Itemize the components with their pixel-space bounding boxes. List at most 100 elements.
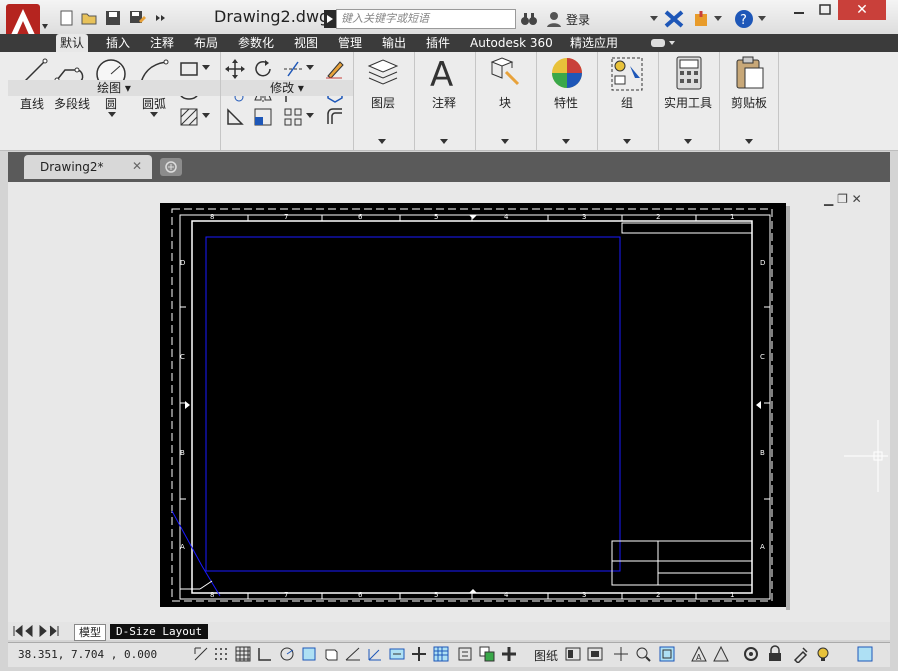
text-annotation-icon[interactable]: A bbox=[428, 56, 460, 90]
login-link[interactable]: 登录 bbox=[566, 11, 590, 28]
lineweight-icon[interactable] bbox=[410, 645, 428, 663]
viewport-close-icon[interactable]: ✕ bbox=[852, 192, 862, 206]
layers-panel-expand-icon[interactable] bbox=[378, 139, 386, 145]
object-snap-icon[interactable] bbox=[300, 645, 318, 663]
file-tab-close-icon[interactable]: ✕ bbox=[132, 159, 142, 173]
block-panel-label[interactable]: 块 bbox=[475, 94, 535, 111]
group-icon[interactable] bbox=[610, 56, 644, 92]
trim-tool-icon[interactable] bbox=[282, 58, 304, 80]
window-close-button[interactable]: ✕ bbox=[838, 0, 886, 20]
maximize-viewport-icon[interactable] bbox=[658, 645, 676, 663]
tab-featured-apps[interactable]: 精选应用 bbox=[566, 34, 622, 52]
comm-dropdown-icon[interactable] bbox=[714, 14, 722, 22]
move-tool-icon[interactable] bbox=[224, 58, 246, 80]
rectangle-dropdown-icon[interactable] bbox=[202, 65, 210, 71]
user-icon[interactable] bbox=[546, 10, 562, 28]
ortho-mode-icon[interactable] bbox=[256, 645, 274, 663]
clipboard-panel-label[interactable]: 剪贴板 bbox=[719, 94, 779, 111]
block-insert-icon[interactable] bbox=[488, 56, 522, 90]
quick-access-more-icon[interactable] bbox=[152, 9, 170, 27]
window-minimize-button[interactable] bbox=[786, 0, 812, 20]
tab-model-space[interactable]: 模型 bbox=[74, 624, 106, 641]
group-panel-expand-icon[interactable] bbox=[623, 139, 631, 145]
quick-properties-icon[interactable] bbox=[456, 645, 474, 663]
tab-plugins[interactable]: 插件 bbox=[422, 34, 454, 52]
save-icon[interactable] bbox=[104, 9, 122, 27]
polar-tracking-icon[interactable] bbox=[278, 645, 296, 663]
new-file-icon[interactable] bbox=[58, 9, 76, 27]
draw-panel-title[interactable]: 绘图 ▾ bbox=[8, 80, 220, 96]
pan-icon[interactable] bbox=[612, 645, 630, 663]
dynamic-ucs-icon[interactable] bbox=[366, 645, 384, 663]
annotation-scale-icon[interactable]: A bbox=[690, 645, 708, 663]
help-icon[interactable]: ? bbox=[734, 9, 754, 29]
ribbon-minimize-icon[interactable] bbox=[650, 38, 676, 48]
open-file-icon[interactable] bbox=[80, 9, 98, 27]
help-dropdown-icon[interactable] bbox=[758, 14, 766, 22]
tab-default[interactable]: 默认 bbox=[56, 34, 89, 52]
paper-space-toggle[interactable]: 图纸 bbox=[534, 647, 558, 664]
exchange-x-icon[interactable] bbox=[664, 10, 684, 28]
toolbar-lock-icon[interactable] bbox=[766, 645, 784, 663]
clipboard-panel-expand-icon[interactable] bbox=[745, 139, 753, 145]
tab-output[interactable]: 输出 bbox=[378, 34, 410, 52]
snap-mode-icon[interactable] bbox=[212, 645, 230, 663]
rotate-tool-icon[interactable] bbox=[252, 58, 274, 80]
clipboard-icon[interactable] bbox=[735, 56, 765, 90]
annotation-visibility-icon[interactable] bbox=[712, 645, 730, 663]
layers-panel-label[interactable]: 图层 bbox=[353, 94, 413, 111]
coordinate-readout[interactable]: 38.351, 7.704 , 0.000 bbox=[18, 648, 157, 661]
properties-panel-expand-icon[interactable] bbox=[562, 139, 570, 145]
calculator-icon[interactable] bbox=[676, 56, 702, 90]
search-expand-button[interactable] bbox=[324, 10, 336, 28]
tab-insert[interactable]: 插入 bbox=[102, 34, 134, 52]
arc-dropdown-icon[interactable] bbox=[150, 112, 158, 118]
clean-screen-icon[interactable] bbox=[856, 645, 874, 663]
tab-manage[interactable]: 管理 bbox=[334, 34, 366, 52]
layout-nav-arrows-icon[interactable] bbox=[12, 625, 68, 637]
save-as-icon[interactable] bbox=[128, 9, 146, 27]
gradient-tool-icon[interactable] bbox=[178, 106, 200, 128]
viewport-minimize-icon[interactable]: ▁ bbox=[824, 192, 833, 206]
viewport-controls[interactable]: ▁ ❐ ✕ bbox=[824, 192, 862, 206]
dynamic-input-icon[interactable] bbox=[388, 645, 406, 663]
workspace-switching-icon[interactable] bbox=[742, 645, 760, 663]
modify-panel-title[interactable]: 修改 ▾ bbox=[221, 80, 353, 96]
utilities-panel-expand-icon[interactable] bbox=[684, 139, 692, 145]
communication-center-icon[interactable] bbox=[692, 10, 712, 28]
annotation-panel-expand-icon[interactable] bbox=[440, 139, 448, 145]
selection-cycling-icon[interactable] bbox=[478, 645, 496, 663]
window-maximize-button[interactable] bbox=[812, 0, 838, 20]
trim-dropdown-icon[interactable] bbox=[306, 65, 314, 71]
layers-icon[interactable] bbox=[366, 56, 400, 90]
layout-sheet[interactable]: 8 7 6 5 4 3 2 1 8 7 6 5 4 3 2 1 D C B A … bbox=[160, 203, 786, 607]
login-dropdown-icon[interactable] bbox=[650, 14, 658, 22]
utilities-panel-label[interactable]: 实用工具 bbox=[658, 94, 718, 111]
tab-view[interactable]: 视图 bbox=[290, 34, 322, 52]
zoom-icon[interactable] bbox=[634, 645, 652, 663]
search-input[interactable]: 键入关键字或短语 bbox=[336, 9, 516, 29]
scale-tool-icon[interactable] bbox=[252, 106, 274, 128]
tab-layout[interactable]: 布局 bbox=[190, 34, 222, 52]
isolate-objects-icon[interactable] bbox=[814, 645, 832, 663]
binoculars-icon[interactable] bbox=[520, 10, 538, 28]
group-panel-label[interactable]: 组 bbox=[597, 94, 657, 111]
tab-d-size-layout[interactable]: D-Size Layout bbox=[110, 624, 209, 639]
3d-object-snap-icon[interactable] bbox=[322, 645, 340, 663]
stretch-tool-icon[interactable] bbox=[224, 106, 246, 128]
viewport-restore-icon[interactable]: ❐ bbox=[837, 192, 848, 206]
annotation-panel-label[interactable]: 注释 bbox=[414, 94, 474, 111]
hardware-acceleration-icon[interactable] bbox=[792, 645, 810, 663]
object-snap-tracking-icon[interactable] bbox=[344, 645, 362, 663]
properties-panel-label[interactable]: 特性 bbox=[536, 94, 596, 111]
gradient-dropdown-icon[interactable] bbox=[202, 113, 210, 119]
circle-dropdown-icon[interactable] bbox=[108, 112, 116, 118]
array-tool-icon[interactable] bbox=[282, 106, 304, 128]
offset-tool-icon[interactable] bbox=[324, 106, 346, 128]
block-panel-expand-icon[interactable] bbox=[501, 139, 509, 145]
tab-parametric[interactable]: 参数化 bbox=[234, 34, 278, 52]
quick-view-layouts-icon[interactable] bbox=[564, 645, 582, 663]
properties-color-wheel-icon[interactable] bbox=[550, 56, 584, 90]
array-dropdown-icon[interactable] bbox=[306, 113, 314, 119]
tab-annotate[interactable]: 注释 bbox=[146, 34, 178, 52]
